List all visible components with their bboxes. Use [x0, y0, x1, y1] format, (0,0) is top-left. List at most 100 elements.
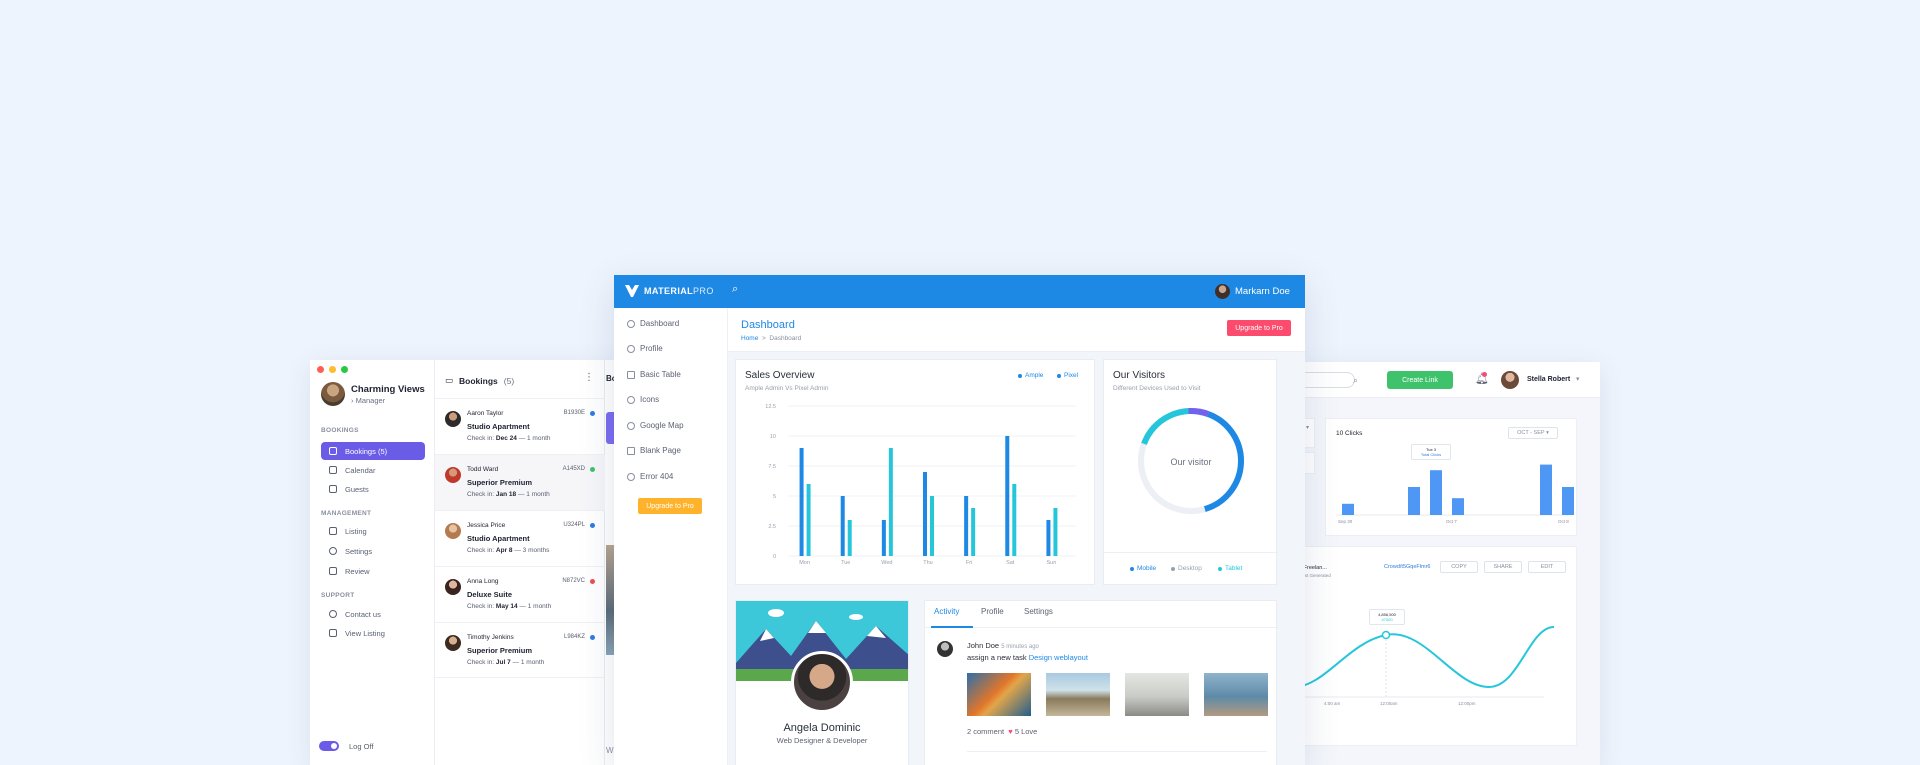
minimize-window-dot[interactable] [329, 366, 336, 373]
avatar[interactable] [1215, 284, 1230, 299]
status-dot [590, 467, 595, 472]
user-name[interactable]: Stella Robert [1527, 376, 1570, 383]
profile-name: Angela Dominic [783, 722, 861, 734]
sidebar-item-icons[interactable]: Icons [627, 395, 659, 404]
breadcrumb-home[interactable]: Home [741, 335, 758, 342]
dark-mode-toggle[interactable] [319, 741, 339, 751]
legend-label: Mobile [1137, 565, 1157, 572]
booking-row[interactable]: Aaron Taylor B1930E Studio Apartment Che… [435, 398, 605, 454]
activity-photo[interactable] [1204, 673, 1268, 716]
user-name[interactable]: Markarn Doe [1235, 286, 1290, 297]
hover-point[interactable] [1381, 630, 1391, 640]
check-in-date: Jul 7 [495, 659, 511, 666]
activity-link[interactable]: Design weblayout [1029, 653, 1088, 662]
profile-avatar[interactable] [791, 651, 853, 713]
sidebar-item-dashboard[interactable]: Dashboard [627, 319, 679, 328]
activity-photo[interactable] [1125, 673, 1189, 716]
avatar [937, 641, 953, 657]
booking-code: A145XD [562, 466, 585, 472]
x-tick-label: 12:00pm [1458, 701, 1476, 706]
legend-swatch [1171, 566, 1175, 571]
tab-settings[interactable]: Settings [1024, 607, 1053, 616]
sidebar-item-profile[interactable]: Profile [627, 344, 663, 353]
avatar[interactable] [1501, 371, 1519, 389]
heart-icon[interactable]: ♥ [1008, 727, 1012, 736]
upgrade-pro-sidebar-button[interactable]: Upgrade to Pro [638, 498, 702, 514]
account-avatar[interactable] [321, 382, 345, 406]
sidebar-item-label: View Listing [345, 628, 385, 638]
sidebar-item-label: Basic Table [640, 370, 681, 379]
sidebar-item-label: Profile [640, 344, 663, 353]
avatar [445, 523, 461, 539]
sidebar-item-settings[interactable]: Settings [321, 542, 425, 560]
check-in: Check in: May 14 — 1 month [467, 603, 551, 610]
brand-logo[interactable]: MATERIALPRO [644, 286, 714, 296]
sidebar-item-error-404[interactable]: Error 404 [627, 472, 673, 481]
check-in: Check in: Dec 24 — 1 month [467, 435, 551, 442]
sidebar-item-label: Contact us [345, 609, 381, 619]
legend-tablet: Tablet [1218, 565, 1242, 572]
comment-count[interactable]: 2 comment [967, 727, 1004, 736]
clicks-tooltip-value: Total Clicks [1420, 452, 1442, 457]
sidebar-item-bookings[interactable]: Bookings (5) [321, 442, 425, 460]
room-type: Studio Apartment [467, 422, 530, 431]
bookings-list: ▭ Bookings (5) ⋮ Aaron Taylor B1930E Stu… [435, 360, 605, 765]
sidebar-item-google-map[interactable]: Google Map [627, 421, 684, 430]
divider [967, 751, 1267, 752]
search-icon[interactable]: ⌕ [1353, 375, 1358, 386]
notification-dot [1482, 372, 1487, 377]
activity-author: John Doe 5 minutes ago [967, 641, 1039, 650]
activity-photo[interactable] [1046, 673, 1110, 716]
check-in-date: May 14 [495, 603, 518, 610]
sidebar-item-basic-table[interactable]: Basic Table [627, 370, 681, 379]
status-dot [590, 635, 595, 640]
activity-card: Activity Profile Settings John Doe 5 min… [924, 600, 1278, 765]
legend-desktop: Desktop [1171, 565, 1202, 572]
calendar-icon [329, 466, 337, 474]
maximize-window-dot[interactable] [341, 366, 348, 373]
guest-name: Todd Ward [467, 466, 499, 473]
clicks-bar [1562, 487, 1574, 515]
sidebar-item-review[interactable]: Review [321, 562, 425, 580]
avatar [445, 579, 461, 595]
booking-row[interactable]: Jessica Price U324PL Studio Apartment Ch… [435, 510, 605, 566]
sidebar-item-listing[interactable]: Listing [321, 522, 425, 540]
booking-row[interactable]: Timothy Jenkins L984KZ Superior Premium … [435, 622, 605, 678]
sidebar-item-calendar[interactable]: Calendar [321, 461, 425, 479]
bookings-window: Charming Views › Manager BOOKINGS Bookin… [310, 360, 640, 765]
y-tick-label: 2.5 [768, 524, 776, 530]
sidebar-item-label: Listing [345, 526, 367, 536]
tab-activity[interactable]: Activity [934, 607, 959, 616]
chevron-down-icon[interactable]: ▾ [1576, 375, 1580, 383]
sidebar-item-view-listing[interactable]: View Listing [321, 624, 425, 642]
create-link-button[interactable]: Create Link [1387, 371, 1453, 389]
love-count[interactable]: 5 Love [1015, 727, 1038, 736]
booking-row[interactable]: Todd Ward A145XD Superior Premium Check … [435, 454, 605, 510]
booking-code: L984KZ [563, 634, 585, 640]
more-vert-icon[interactable]: ⋮ [584, 372, 594, 383]
sidebar-item-guests[interactable]: Guests [321, 480, 425, 498]
activity-author-name[interactable]: John Doe [967, 641, 999, 650]
legend-label: Desktop [1178, 565, 1202, 572]
y-tick-label: 10 [770, 434, 776, 440]
close-window-dot[interactable] [317, 366, 324, 373]
room-type: Studio Apartment [467, 534, 530, 543]
check-in-prefix: Check in: [467, 547, 495, 554]
activity-photo[interactable] [967, 673, 1031, 716]
booking-row[interactable]: Anna Long N872VC Deluxe Suite Check in: … [435, 566, 605, 622]
sidebar-item-blank-page[interactable]: Blank Page [627, 446, 681, 455]
sidebar-item-label: Bookings [345, 446, 376, 456]
gear-icon [329, 547, 337, 555]
logoff-link[interactable]: Log Off [349, 742, 373, 751]
account-role-label: Manager [355, 396, 386, 405]
list-icon [329, 527, 337, 535]
link-card: 10 Freelan... Latest Generated Crowd/t5G… [1295, 546, 1577, 746]
bookings-count: (5) [377, 446, 388, 456]
sidebar-item-contact[interactable]: Contact us [321, 605, 425, 623]
search-icon[interactable]: ⌕ [732, 283, 738, 296]
account-role[interactable]: › Manager [351, 396, 385, 405]
check-in-date: Apr 8 [495, 547, 513, 554]
tab-profile[interactable]: Profile [981, 607, 1004, 616]
sidebar-item-label: Dashboard [640, 319, 680, 328]
upgrade-pro-button[interactable]: Upgrade to Pro [1227, 320, 1291, 336]
